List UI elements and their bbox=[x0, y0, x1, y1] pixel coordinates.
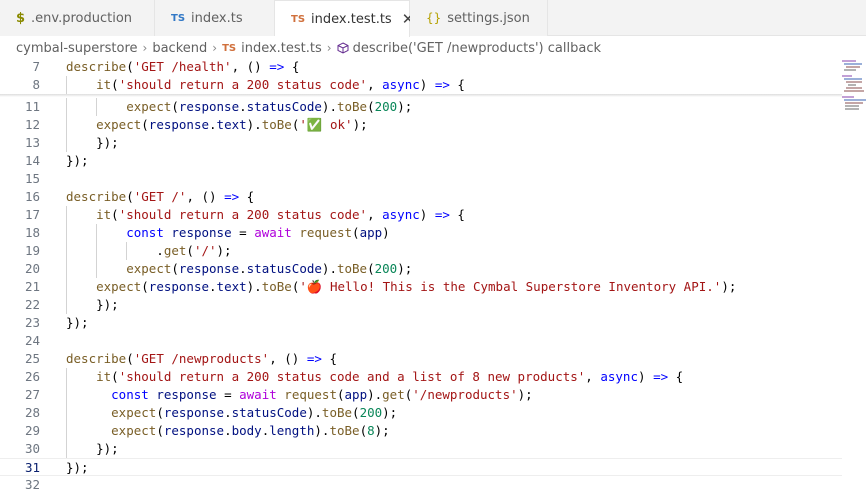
code-line[interactable]: 32 bbox=[0, 476, 842, 494]
line-number: 19 bbox=[24, 243, 40, 258]
line-number: 13 bbox=[24, 135, 40, 150]
code-line[interactable]: 14}); bbox=[0, 152, 842, 170]
tab-label: index.test.ts bbox=[311, 11, 392, 27]
code-text: expect(response.text).toBe('🍎 Hello! Thi… bbox=[96, 279, 737, 294]
sticky-scroll-shadow bbox=[0, 94, 842, 97]
line-number: 18 bbox=[24, 225, 40, 240]
code-line[interactable]: 15 bbox=[0, 170, 842, 188]
code-line[interactable]: 22 }); bbox=[0, 296, 842, 314]
tab-label: .env.production bbox=[31, 10, 133, 26]
breadcrumb: cymbal-superstore › backend › TS index.t… bbox=[0, 37, 866, 59]
code-line[interactable]: 25 describe('GET /newproducts', () => { bbox=[0, 350, 842, 368]
code-editor[interactable]: 7 describe('GET /health', () => { 8 it('sh… bbox=[0, 58, 866, 494]
code-text: expect(response.text).toBe('✅ ok'); bbox=[96, 117, 368, 132]
json-braces-icon: {} bbox=[426, 11, 442, 25]
chevron-right-icon: › bbox=[326, 41, 332, 55]
code-line[interactable]: 18 const response = await request(app) bbox=[0, 224, 842, 242]
tab-label: settings.json bbox=[447, 10, 530, 26]
code-text: describe('GET /', () => { bbox=[66, 189, 255, 204]
tab-env-production[interactable]: $ .env.production bbox=[0, 0, 155, 36]
code-text: it('should return a 200 status code', as… bbox=[96, 77, 465, 92]
line-number: 25 bbox=[24, 351, 40, 366]
code-text: expect(response.statusCode).toBe(200); bbox=[126, 261, 413, 276]
code-line[interactable]: 31}); bbox=[0, 458, 842, 476]
code-text: it('should return a 200 status code', as… bbox=[96, 207, 465, 222]
line-number: 31 bbox=[24, 460, 40, 475]
code-line[interactable]: 20 expect(response.statusCode).toBe(200)… bbox=[0, 260, 842, 278]
code-text: describe('GET /newproducts', () => { bbox=[66, 351, 337, 366]
line-number: 11 bbox=[24, 99, 40, 114]
typescript-icon: TS bbox=[291, 13, 306, 25]
code-text: expect(response.statusCode).toBe(200); bbox=[111, 405, 398, 420]
line-number: 24 bbox=[24, 333, 40, 348]
breadcrumb-symbol[interactable]: describe('GET /newproducts') callback bbox=[353, 41, 601, 56]
line-number: 8 bbox=[32, 77, 40, 92]
code-text: .get('/'); bbox=[66, 243, 232, 258]
symbol-method-icon bbox=[337, 42, 349, 54]
tab-index-ts[interactable]: TS index.ts bbox=[155, 0, 275, 36]
code-line[interactable]: 11 expect(response.statusCode).toBe(200)… bbox=[0, 98, 842, 116]
line-number: 23 bbox=[24, 315, 40, 330]
editor-tab-bar: $ .env.production TS index.ts TS index.t… bbox=[0, 0, 866, 37]
code-line[interactable]: 21 expect(response.text).toBe('🍎 Hello! … bbox=[0, 278, 842, 296]
code-line[interactable]: 26 it('should return a 200 status code a… bbox=[0, 368, 842, 386]
line-number: 12 bbox=[24, 117, 40, 132]
code-text: describe('GET /health', () => { bbox=[66, 59, 300, 74]
code-line[interactable]: 23}); bbox=[0, 314, 842, 332]
minimap[interactable] bbox=[842, 58, 866, 118]
code-line[interactable]: 24 bbox=[0, 332, 842, 350]
code-text: }); bbox=[66, 153, 89, 168]
code-line[interactable]: 12 expect(response.text).toBe('✅ ok'); bbox=[0, 116, 842, 134]
line-number: 30 bbox=[24, 441, 40, 456]
tab-label: index.ts bbox=[191, 10, 243, 26]
line-number: 26 bbox=[24, 369, 40, 384]
code-line[interactable]: 19 .get('/'); bbox=[0, 242, 842, 260]
line-number: 7 bbox=[32, 59, 40, 74]
line-number: 21 bbox=[24, 279, 40, 294]
breadcrumb-root[interactable]: cymbal-superstore bbox=[16, 41, 138, 56]
line-number: 32 bbox=[24, 477, 40, 492]
line-number: 28 bbox=[24, 405, 40, 420]
code-line[interactable]: 27 const response = await request(app).g… bbox=[0, 386, 842, 404]
code-text: }); bbox=[66, 441, 119, 456]
tab-settings-json[interactable]: {} settings.json bbox=[410, 0, 548, 36]
line-number: 29 bbox=[24, 423, 40, 438]
dollar-icon: $ bbox=[16, 10, 26, 26]
line-number: 16 bbox=[24, 189, 40, 204]
code-line[interactable]: 28 expect(response.statusCode).toBe(200)… bbox=[0, 404, 842, 422]
line-number: 14 bbox=[24, 153, 40, 168]
breadcrumb-file[interactable]: index.test.ts bbox=[241, 41, 322, 56]
typescript-icon: TS bbox=[171, 12, 186, 24]
code-line[interactable]: 8 it('should return a 200 status code', … bbox=[0, 76, 842, 94]
code-text: }); bbox=[66, 297, 119, 312]
chevron-right-icon: › bbox=[142, 41, 148, 55]
code-text: expect(response.body.length).toBe(8); bbox=[111, 423, 390, 438]
chevron-right-icon: › bbox=[212, 41, 218, 55]
code-line[interactable]: 13 }); bbox=[0, 134, 842, 152]
tab-index-test-ts[interactable]: TS index.test.ts ✕ bbox=[275, 0, 414, 37]
line-number: 20 bbox=[24, 261, 40, 276]
line-number: 17 bbox=[24, 207, 40, 222]
code-text: const response = await request(app) bbox=[126, 225, 390, 240]
line-number: 15 bbox=[24, 171, 40, 186]
code-line[interactable]: 29 expect(response.body.length).toBe(8); bbox=[0, 422, 842, 440]
code-text: }); bbox=[66, 460, 89, 475]
code-line[interactable]: 30 }); bbox=[0, 440, 842, 458]
code-text: }); bbox=[66, 315, 89, 330]
breadcrumb-folder[interactable]: backend bbox=[152, 41, 207, 56]
line-number: 22 bbox=[24, 297, 40, 312]
typescript-icon: TS bbox=[222, 42, 237, 54]
code-line[interactable]: 17 it('should return a 200 status code',… bbox=[0, 206, 842, 224]
code-text: }); bbox=[66, 135, 119, 150]
code-line[interactable]: 7 describe('GET /health', () => { bbox=[0, 58, 842, 76]
line-number: 27 bbox=[24, 387, 40, 402]
code-text: const response = await request(app).get(… bbox=[111, 387, 533, 402]
code-text: it('should return a 200 status code and … bbox=[96, 369, 684, 384]
code-text: expect(response.statusCode).toBe(200); bbox=[126, 99, 413, 114]
code-line[interactable]: 16 describe('GET /', () => { bbox=[0, 188, 842, 206]
